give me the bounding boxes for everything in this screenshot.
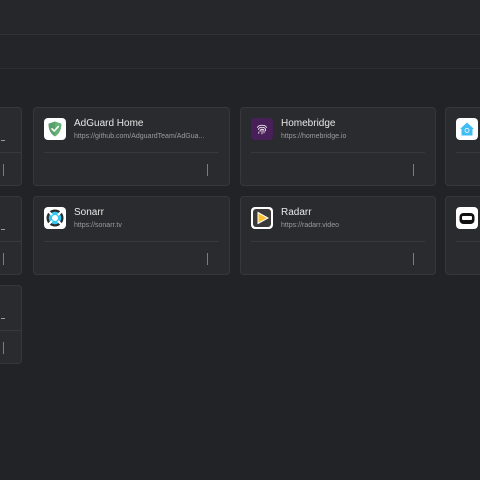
- home-icon: [456, 118, 478, 140]
- app-title: AdGuard Home: [74, 118, 144, 129]
- app-card-partial-left-1[interactable]: [0, 107, 22, 186]
- app-card-partial-left-2[interactable]: [0, 196, 22, 275]
- search-bar-area[interactable]: [0, 35, 480, 69]
- dashboard-page: AdGuard Home https://github.com/AdguardT…: [0, 0, 480, 480]
- status-indicator-up: [413, 164, 414, 176]
- app-card-homebridge[interactable]: Homebridge https://homebridge.io: [240, 107, 436, 186]
- app-card-sonarr[interactable]: Sonarr https://sonarr.tv: [33, 196, 230, 275]
- homebridge-fingerprint-icon: [251, 118, 273, 140]
- status-indicator-down: [3, 164, 4, 176]
- app-url[interactable]: https://sonarr.tv: [74, 221, 212, 230]
- app-card-partial-right-1[interactable]: [445, 107, 480, 186]
- app-title: Homebridge: [281, 118, 336, 129]
- adguard-shield-icon: [44, 118, 66, 140]
- card-divider: [251, 241, 425, 242]
- bot-icon: [456, 207, 478, 229]
- url-fragment: [1, 140, 5, 141]
- app-card-partial-right-2[interactable]: [445, 196, 480, 275]
- app-url[interactable]: https://github.com/AdguardTeam/AdGua...: [74, 132, 212, 141]
- url-fragment: [1, 318, 5, 319]
- card-divider: [456, 241, 480, 242]
- card-divider: [0, 330, 21, 331]
- app-card-partial-left-3[interactable]: [0, 285, 22, 364]
- status-indicator-up: [413, 253, 414, 265]
- card-divider: [456, 152, 480, 153]
- app-url[interactable]: https://homebridge.io: [281, 132, 419, 141]
- app-title: Radarr: [281, 207, 312, 218]
- status-indicator-up: [3, 342, 4, 354]
- card-divider: [44, 152, 219, 153]
- app-card-radarr[interactable]: Radarr https://radarr.video: [240, 196, 436, 275]
- card-divider: [44, 241, 219, 242]
- status-indicator-up: [207, 253, 208, 265]
- sonarr-icon: [44, 207, 66, 229]
- radarr-play-icon: [251, 207, 273, 229]
- app-title: Sonarr: [74, 207, 105, 218]
- app-card-adguard[interactable]: AdGuard Home https://github.com/AdguardT…: [33, 107, 230, 186]
- card-divider: [251, 152, 425, 153]
- app-url[interactable]: https://radarr.video: [281, 221, 419, 230]
- status-indicator-up: [207, 164, 208, 176]
- card-divider: [0, 152, 21, 153]
- card-divider: [0, 241, 21, 242]
- top-bar: [0, 0, 480, 35]
- url-fragment: [1, 229, 5, 230]
- status-indicator-up: [3, 253, 4, 265]
